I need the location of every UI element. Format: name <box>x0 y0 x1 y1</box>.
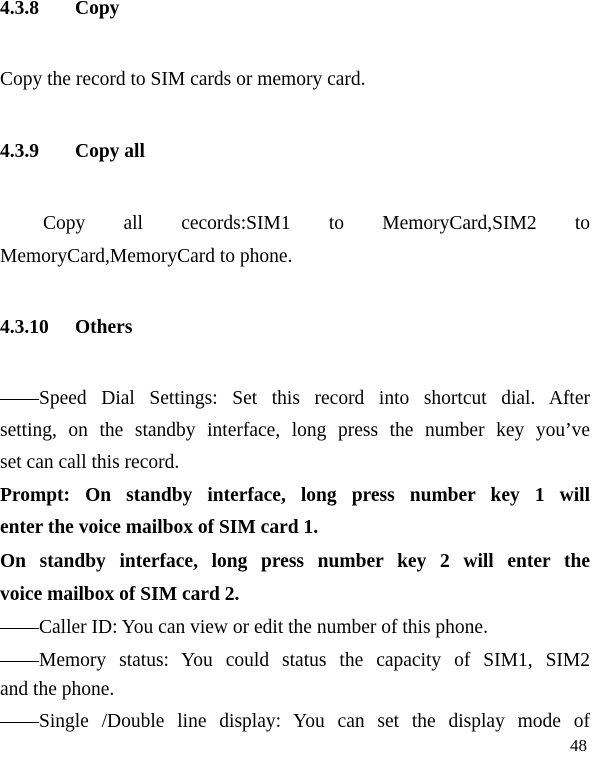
paragraph-line: MemoryCard,MemoryCard to phone. <box>0 246 293 267</box>
section-title: Others <box>75 317 133 338</box>
section-number: 4.3.10 <box>0 317 49 338</box>
line-display-line: ——Single /Double line display: You can s… <box>0 711 590 732</box>
speed-dial-line: ——Speed Dial Settings: Set this record i… <box>0 388 590 409</box>
prompt-line: Prompt: On standby interface, long press… <box>0 485 590 506</box>
page-number: 48 <box>570 736 587 755</box>
speed-dial-line: setting, on the standby interface, long … <box>0 420 590 441</box>
paragraph-line: Copy all cecords:SIM1 to MemoryCard,SIM2… <box>43 213 590 234</box>
caller-id-line: ——Caller ID: You can view or edit the nu… <box>0 617 488 638</box>
section-heading-copy: 4.3.8 Copy <box>0 0 119 21</box>
section-title: Copy <box>75 0 120 19</box>
section-number: 4.3.8 <box>0 0 39 19</box>
paragraph-line: Copy the record to SIM cards or memory c… <box>0 69 366 90</box>
speed-dial-line: set can call this record. <box>0 452 180 473</box>
section-number: 4.3.9 <box>0 141 39 162</box>
prompt-line: enter the voice mailbox of SIM card 1. <box>0 517 319 538</box>
standby-key2-line: voice mailbox of SIM card 2. <box>0 584 240 605</box>
section-title: Copy all <box>75 141 145 162</box>
standby-key2-line: On standby interface, long press number … <box>0 551 590 572</box>
section-heading-others: 4.3.10 Others <box>0 316 132 340</box>
section-heading-copy-all: 4.3.9 Copy all <box>0 140 145 164</box>
memory-status-line: and the phone. <box>0 679 115 700</box>
memory-status-line: ——Memory status: You could status the ca… <box>0 650 590 671</box>
